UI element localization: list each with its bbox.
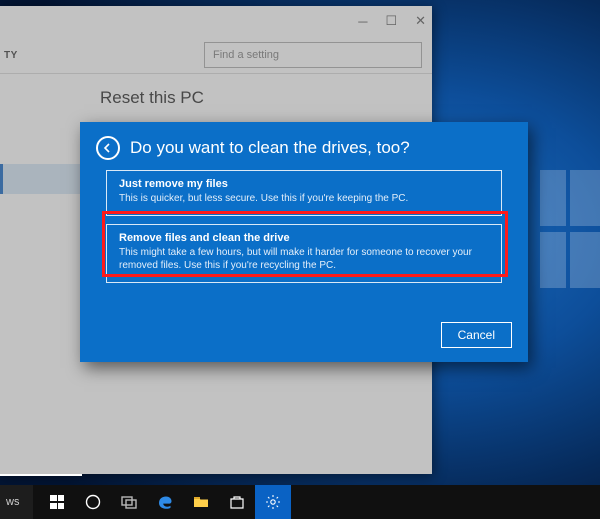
store-icon[interactable]	[219, 485, 255, 519]
option-desc: This might take a few hours, but will ma…	[119, 246, 489, 273]
taskbar: ws	[0, 485, 600, 519]
dialog-title: Do you want to clean the drives, too?	[130, 138, 410, 158]
windows-logo-art	[540, 170, 600, 300]
option-desc: This is quicker, but less secure. Use th…	[119, 192, 489, 206]
desktop-background: ─ ☐ ✕ TY Find a setting Reset this PC	[0, 0, 600, 519]
option-remove-and-clean[interactable]: Remove files and clean the drive This mi…	[106, 224, 502, 283]
taskbar-left-label[interactable]: ws	[0, 485, 33, 519]
option-title: Remove files and clean the drive	[119, 232, 489, 244]
cortana-icon[interactable]	[75, 485, 111, 519]
start-button[interactable]	[39, 485, 75, 519]
edge-icon[interactable]	[147, 485, 183, 519]
cancel-button[interactable]: Cancel	[441, 322, 512, 348]
option-just-remove-files[interactable]: Just remove my files This is quicker, bu…	[106, 170, 502, 216]
settings-taskbar-icon[interactable]	[255, 485, 291, 519]
reset-pc-dialog: Do you want to clean the drives, too? Ju…	[80, 122, 528, 362]
file-explorer-icon[interactable]	[183, 485, 219, 519]
back-button[interactable]	[96, 136, 120, 160]
taskview-icon[interactable]	[111, 485, 147, 519]
option-title: Just remove my files	[119, 178, 489, 190]
